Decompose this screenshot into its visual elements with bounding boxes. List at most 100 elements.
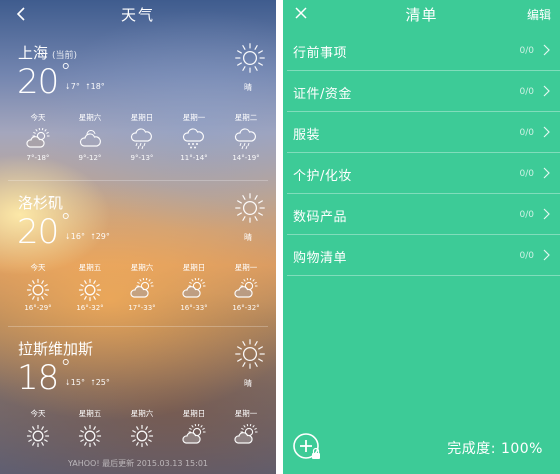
- forecast-range: 11°-14°: [180, 154, 208, 162]
- checklist-item-label: 证件/资金: [293, 87, 352, 102]
- forecast-day: 星期六 17°-33°: [116, 262, 168, 312]
- checklist-item-count: 0/0: [519, 210, 534, 220]
- forecast-day-name: 星期一: [234, 409, 258, 418]
- high-temp: 25°: [95, 378, 110, 387]
- sun-icon: [234, 192, 266, 224]
- today-range: ⭣16° ⭡29°: [66, 232, 110, 242]
- edit-button[interactable]: 编辑: [527, 6, 551, 23]
- forecast-day: 星期五: [64, 408, 116, 450]
- checklist-item-label: 购物清单: [293, 251, 348, 266]
- condition-label: 晴: [244, 379, 252, 388]
- forecast-day-name: 星期五: [78, 263, 102, 272]
- high-temp: 18°: [90, 82, 105, 91]
- sun-icon: [234, 42, 266, 74]
- sun-icon: [26, 424, 50, 448]
- forecast-day-name: 今天: [30, 409, 46, 418]
- checklist-item[interactable]: 行前事项 0/0: [287, 30, 560, 71]
- chevron-right-icon: [543, 85, 550, 97]
- forecast-range: 7°-18°: [26, 154, 50, 162]
- checklist-item[interactable]: 数码产品 0/0: [287, 194, 560, 235]
- completion-progress: 完成度: 100%: [447, 441, 543, 457]
- high-temp-icon: ⭡: [90, 378, 95, 387]
- condition-label: 晴: [244, 233, 252, 242]
- rain-icon: [234, 128, 258, 150]
- chevron-right-icon: [543, 44, 550, 56]
- forecast-row: 今天 16°-29° 星期五 16°-32° 星期六 17°-33° 星期日 16°-33° 星…: [12, 262, 270, 328]
- sun-icon: [234, 338, 266, 370]
- snow-icon: [182, 128, 206, 150]
- city-divider: [8, 326, 268, 327]
- forecast-range: 16°-32°: [232, 304, 260, 312]
- forecast-day-name: 星期一: [234, 263, 258, 272]
- forecast-day: 星期一 11°-14°: [168, 112, 220, 162]
- condition-label: 晴: [244, 83, 252, 92]
- forecast-day-name: 今天: [30, 113, 46, 122]
- high-temp: 29°: [95, 232, 110, 241]
- low-temp-icon: ⭣: [66, 232, 70, 241]
- cloudy-sun-icon: [130, 277, 154, 300]
- today-range: ⭣15° ⭡25°: [66, 378, 110, 388]
- checklist-nav-bar: 清单 编辑: [283, 0, 560, 28]
- forecast-day: 今天 16°-29°: [12, 262, 64, 312]
- forecast-day-name: 星期五: [78, 409, 102, 418]
- temperature-value: 18: [17, 358, 59, 398]
- checklist-item[interactable]: 证件/资金 0/0: [287, 71, 560, 112]
- rain-icon: [130, 128, 154, 150]
- checklist-item-label: 数码产品: [293, 210, 348, 225]
- cloudy-sun-icon: [182, 277, 206, 300]
- weather-nav-bar: 天气: [0, 0, 276, 28]
- forecast-day-name: 星期六: [78, 113, 102, 122]
- forecast-day: 今天 7°-18°: [12, 112, 64, 162]
- checklist-item-count: 0/0: [519, 251, 534, 261]
- forecast-row: 今天 7°-18° 星期六 9°-12° 星期日 9°-13° 星期一 11°-14° 星期二 1…: [12, 112, 270, 178]
- add-item-icon[interactable]: [292, 432, 322, 462]
- high-temp-icon: ⭡: [85, 82, 90, 91]
- current-temperature: 18°: [17, 356, 71, 398]
- forecast-day: 今天: [12, 408, 64, 450]
- forecast-day: 星期日 16°-33°: [168, 262, 220, 312]
- forecast-day: 星期二 14°-19°: [220, 112, 272, 162]
- checklist-item-label: 服装: [293, 128, 321, 143]
- low-temp: 7°: [70, 82, 80, 91]
- forecast-day: 星期五 16°-32°: [64, 262, 116, 312]
- checklist-item[interactable]: 个护/化妆 0/0: [287, 153, 560, 194]
- checklist-item[interactable]: 购物清单 0/0: [287, 235, 560, 276]
- temperature-value: 20: [17, 62, 59, 102]
- forecast-day-name: 今天: [30, 263, 46, 272]
- forecast-day: 星期一 16°-32°: [220, 262, 272, 312]
- forecast-day: 星期六: [116, 408, 168, 450]
- current-temperature: 20°: [17, 60, 71, 102]
- chevron-right-icon: [543, 249, 550, 261]
- forecast-day-name: 星期六: [130, 263, 154, 272]
- checklist-title: 清单: [405, 6, 438, 24]
- cloud-icon: [78, 128, 102, 150]
- sun-icon: [78, 278, 102, 302]
- forecast-range: 16°-32°: [76, 304, 104, 312]
- forecast-day-name: 星期日: [182, 263, 206, 272]
- checklist-item-count: 0/0: [519, 87, 534, 97]
- forecast-day-name: 星期六: [130, 409, 154, 418]
- low-temp: 16°: [70, 232, 85, 241]
- forecast-range: 9°-12°: [78, 154, 102, 162]
- forecast-day-name: 星期一: [182, 113, 206, 122]
- forecast-day-name: 星期二: [234, 113, 258, 122]
- sun-icon: [78, 424, 102, 448]
- checklist-item-count: 0/0: [519, 169, 534, 179]
- checklist-list: 行前事项 0/0 证件/资金 0/0 服装 0/0 个护/化妆 0/0 数码产品…: [283, 30, 560, 276]
- checklist-panel: 清单 编辑 行前事项 0/0 证件/资金 0/0 服装 0/0 个护/化妆 0/…: [283, 0, 560, 474]
- forecast-range: 9°-13°: [130, 154, 154, 162]
- current-temperature: 20°: [17, 210, 71, 252]
- forecast-day: 星期一: [220, 408, 272, 450]
- forecast-day: 星期六 9°-12°: [64, 112, 116, 162]
- forecast-range: 14°-19°: [232, 154, 260, 162]
- checklist-item-label: 个护/化妆: [293, 169, 352, 184]
- sun-icon: [130, 424, 154, 448]
- city-divider: [8, 180, 268, 181]
- forecast-day-name: 星期日: [130, 113, 154, 122]
- checklist-item[interactable]: 服装 0/0: [287, 112, 560, 153]
- checklist-item-count: 0/0: [519, 128, 534, 138]
- cloudy-sun-icon: [182, 423, 206, 446]
- weather-footer: YAHOO! 最后更新 2015.03.13 15:01: [67, 459, 209, 468]
- weather-panel: 天气 上海 (当前) 20° ⭣7° ⭡18° 晴今天 7°-18° 星期六 9°-12° 星期日…: [0, 0, 276, 474]
- weather-title: 天气: [120, 6, 155, 24]
